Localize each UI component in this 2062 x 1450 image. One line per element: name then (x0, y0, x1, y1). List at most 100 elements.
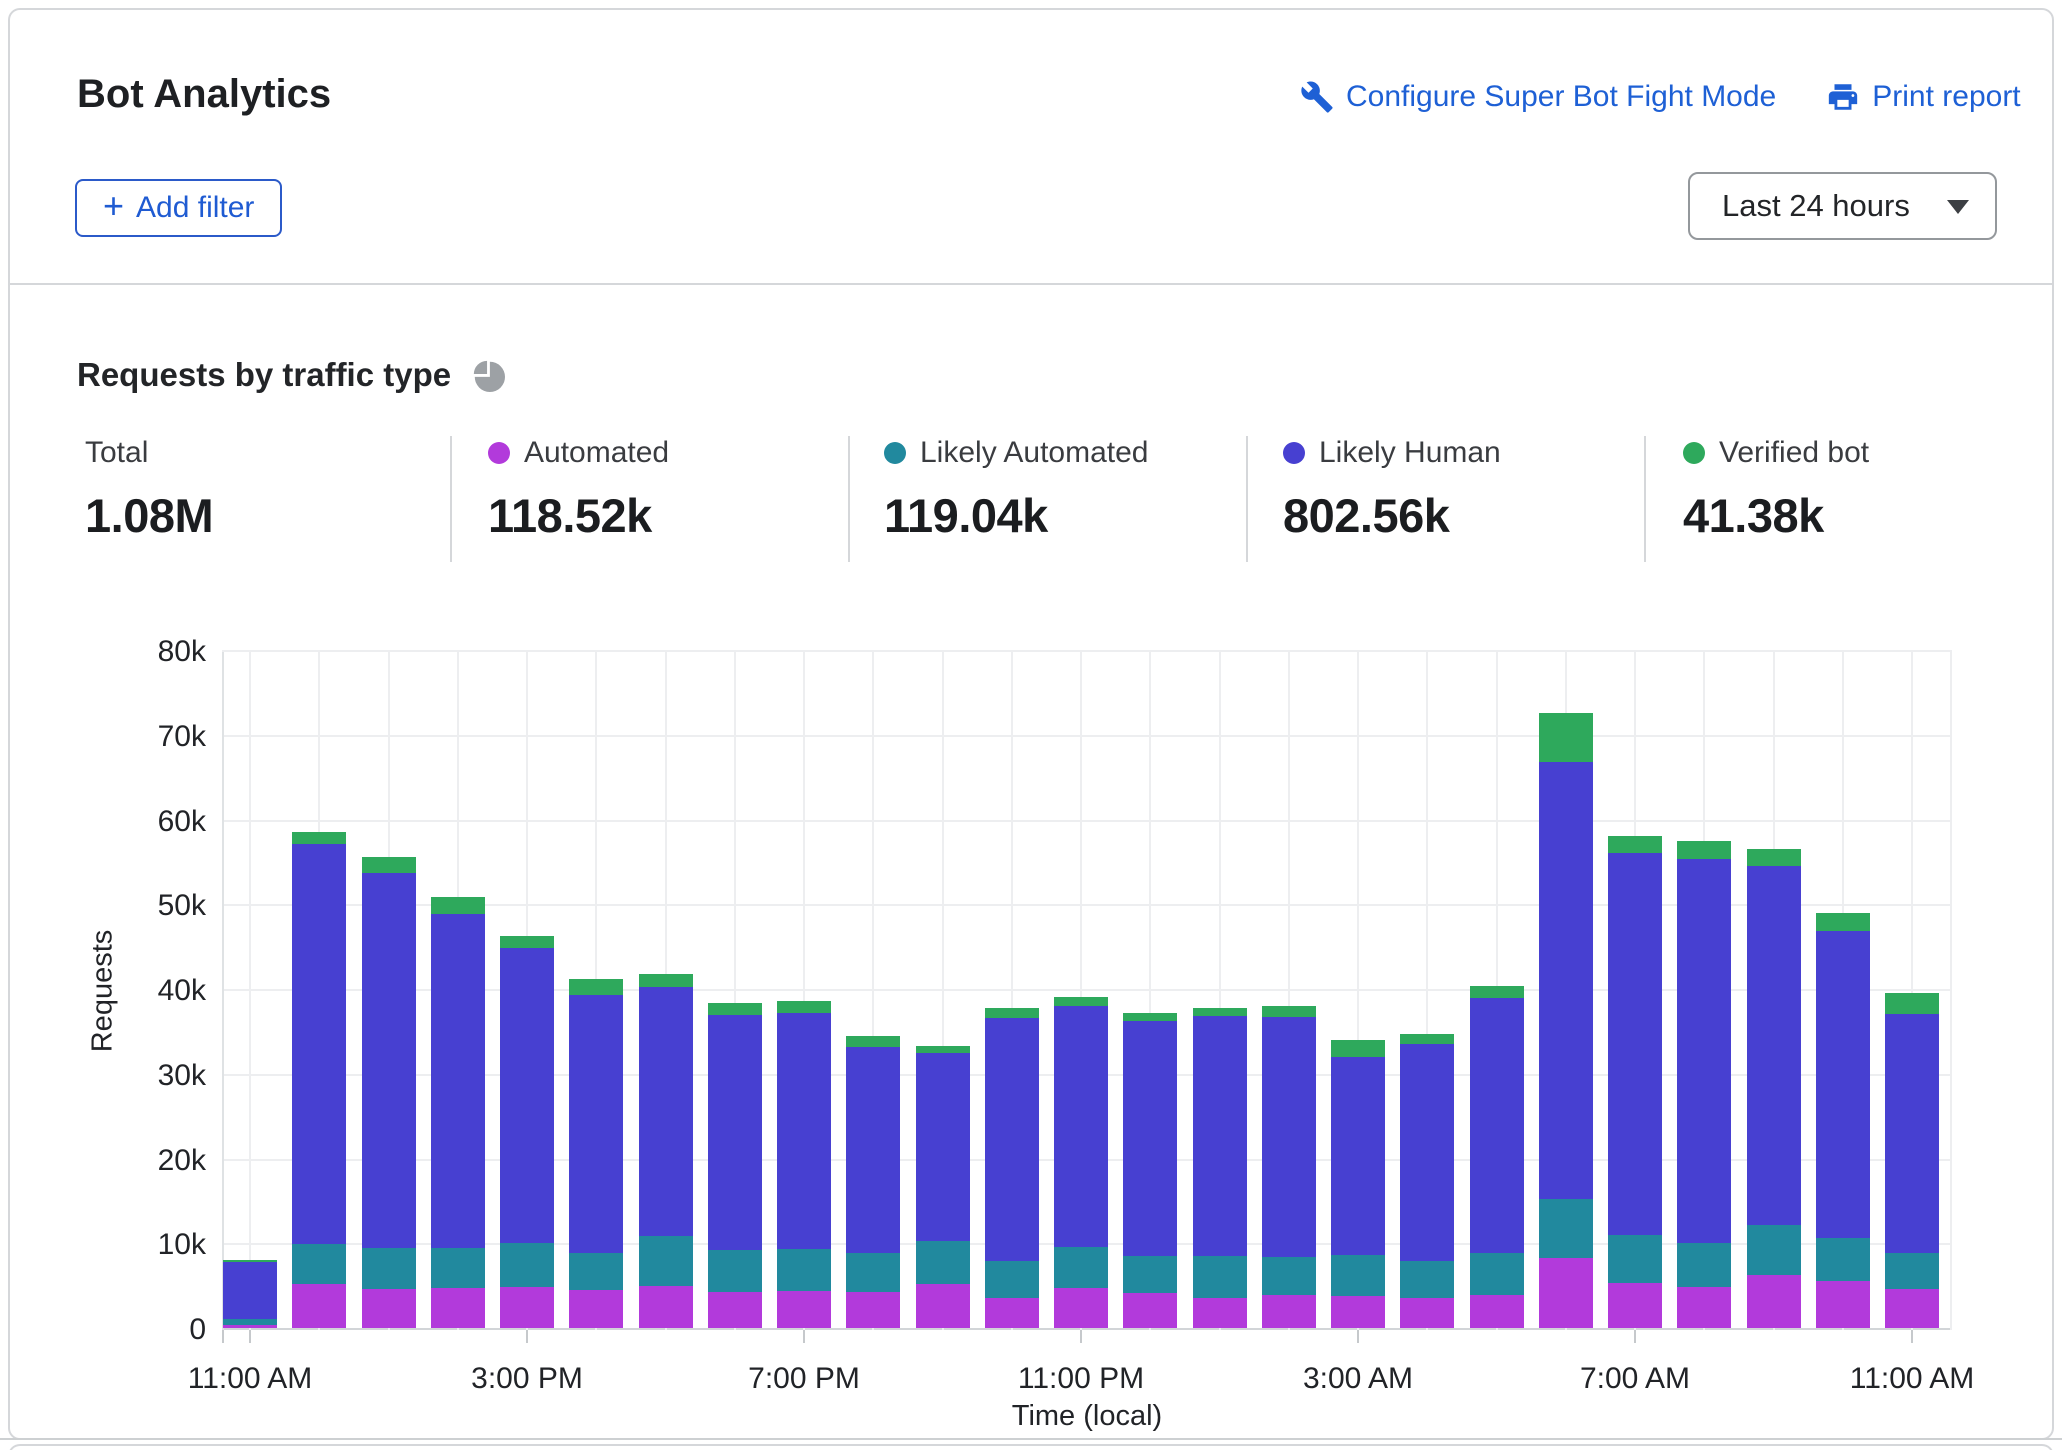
bar-segment-likely-human (1470, 998, 1524, 1252)
bar-segment-likely-automated (985, 1261, 1039, 1297)
stat-total-label: Total (85, 436, 148, 470)
bar-segment-verified-bot (777, 1001, 831, 1013)
bar-segment-likely-human (916, 1053, 970, 1240)
chart-bar[interactable] (1885, 993, 1939, 1328)
chart-bar[interactable] (1816, 913, 1870, 1328)
bar-segment-automated (1193, 1298, 1247, 1328)
y-tick-label: 60k (118, 805, 206, 839)
chart-bar[interactable] (916, 1046, 970, 1328)
y-tick-label: 70k (118, 720, 206, 754)
bar-segment-automated (1262, 1295, 1316, 1328)
stat-automated: Automated 118.52k (488, 436, 669, 543)
bar-segment-likely-human (292, 844, 346, 1244)
bar-segment-automated (1331, 1296, 1385, 1328)
bar-segment-likely-human (1054, 1006, 1108, 1247)
y-tick-label: 20k (118, 1144, 206, 1178)
stat-likely-automated: Likely Automated 119.04k (884, 436, 1148, 543)
bar-segment-likely-automated (292, 1244, 346, 1284)
bar-segment-automated (1054, 1288, 1108, 1328)
bar-segment-likely-human (1123, 1021, 1177, 1256)
y-axis-line (222, 652, 224, 1330)
bar-segment-likely-automated (1677, 1243, 1731, 1287)
time-range-select[interactable]: Last 24 hours (1688, 172, 1997, 240)
bar-segment-verified-bot (1608, 836, 1662, 852)
bar-segment-likely-human (1816, 931, 1870, 1238)
bar-segment-likely-human (1539, 762, 1593, 1199)
stat-likely-human: Likely Human 802.56k (1283, 436, 1501, 543)
bar-segment-verified-bot (362, 857, 416, 873)
gridline-h (222, 1328, 1952, 1330)
x-tick-label: 3:00 PM (471, 1362, 583, 1396)
bar-segment-verified-bot (1885, 993, 1939, 1014)
bar-segment-likely-human (846, 1047, 900, 1253)
y-tick-label: 80k (118, 635, 206, 669)
x-axis-tick (222, 1330, 224, 1343)
configure-link-label: Configure Super Bot Fight Mode (1346, 80, 1776, 114)
bar-segment-likely-human (1885, 1014, 1939, 1252)
bar-segment-likely-automated (1123, 1256, 1177, 1293)
configure-super-bot-fight-mode-link[interactable]: Configure Super Bot Fight Mode (1300, 80, 1776, 114)
bar-segment-likely-human (362, 873, 416, 1248)
bar-segment-likely-automated (639, 1236, 693, 1286)
chart-bar[interactable] (223, 1260, 277, 1328)
chart-bar[interactable] (1400, 1034, 1454, 1328)
stat-total-value: 1.08M (85, 488, 213, 543)
chart-bar[interactable] (569, 979, 623, 1328)
chart-bar[interactable] (1677, 841, 1731, 1328)
bar-segment-likely-automated (1608, 1235, 1662, 1283)
bar-segment-likely-automated (1054, 1247, 1108, 1289)
x-axis-tick (1634, 1330, 1636, 1343)
bar-segment-likely-automated (223, 1319, 277, 1325)
page-title: Bot Analytics (77, 72, 331, 117)
bar-segment-likely-automated (1747, 1225, 1801, 1275)
chart-bar[interactable] (777, 1001, 831, 1328)
chevron-down-icon (1947, 200, 1969, 214)
bar-segment-automated (1123, 1293, 1177, 1328)
x-tick-label: 7:00 PM (748, 1362, 860, 1396)
chart-bar[interactable] (1054, 997, 1108, 1328)
chart-bar[interactable] (708, 1003, 762, 1328)
chart-bar[interactable] (1747, 849, 1801, 1328)
chart-bar[interactable] (1331, 1040, 1385, 1328)
time-range-value: Last 24 hours (1722, 188, 1910, 224)
bar-segment-automated (916, 1284, 970, 1328)
bar-segment-automated (223, 1325, 277, 1328)
bar-segment-verified-bot (500, 936, 554, 948)
bar-segment-automated (1885, 1289, 1939, 1328)
bar-segment-likely-human (1193, 1016, 1247, 1256)
stat-divider (848, 436, 850, 562)
chart-bar[interactable] (639, 974, 693, 1328)
bar-segment-likely-automated (1193, 1256, 1247, 1298)
bar-segment-likely-automated (362, 1248, 416, 1290)
chart-bar[interactable] (500, 936, 554, 1328)
chart-bar[interactable] (1608, 836, 1662, 1328)
chart-bar[interactable] (1262, 1006, 1316, 1328)
requests-bar-chart: Requests Time (local) 010k20k30k40k50k60… (222, 652, 1952, 1330)
bar-segment-verified-bot (1054, 997, 1108, 1005)
bar-segment-likely-automated (1885, 1253, 1939, 1289)
bar-segment-verified-bot (1400, 1034, 1454, 1044)
chart-bar[interactable] (1193, 1008, 1247, 1328)
add-filter-button[interactable]: + Add filter (75, 179, 282, 237)
chart-bar[interactable] (362, 857, 416, 1328)
chart-bar[interactable] (985, 1008, 1039, 1328)
bar-segment-likely-human (708, 1015, 762, 1250)
header-actions: Configure Super Bot Fight Mode Print rep… (1300, 80, 2021, 114)
chart-bar[interactable] (846, 1036, 900, 1328)
chart-bar[interactable] (292, 832, 346, 1328)
stat-total: Total 1.08M (85, 436, 213, 543)
chart-bar[interactable] (431, 897, 485, 1328)
stat-divider (1246, 436, 1248, 562)
chart-bar[interactable] (1470, 986, 1524, 1328)
print-report-link[interactable]: Print report (1826, 80, 2020, 114)
bar-segment-likely-human (223, 1262, 277, 1319)
y-tick-label: 10k (118, 1228, 206, 1262)
bar-segment-verified-bot (846, 1036, 900, 1046)
printer-icon (1826, 80, 1860, 114)
plus-icon: + (103, 188, 124, 224)
chart-bar[interactable] (1123, 1013, 1177, 1328)
bar-segment-automated (639, 1286, 693, 1328)
x-tick-label: 11:00 AM (1850, 1362, 1975, 1396)
chart-bar[interactable] (1539, 713, 1593, 1328)
x-axis-title: Time (local) (1012, 1400, 1162, 1433)
